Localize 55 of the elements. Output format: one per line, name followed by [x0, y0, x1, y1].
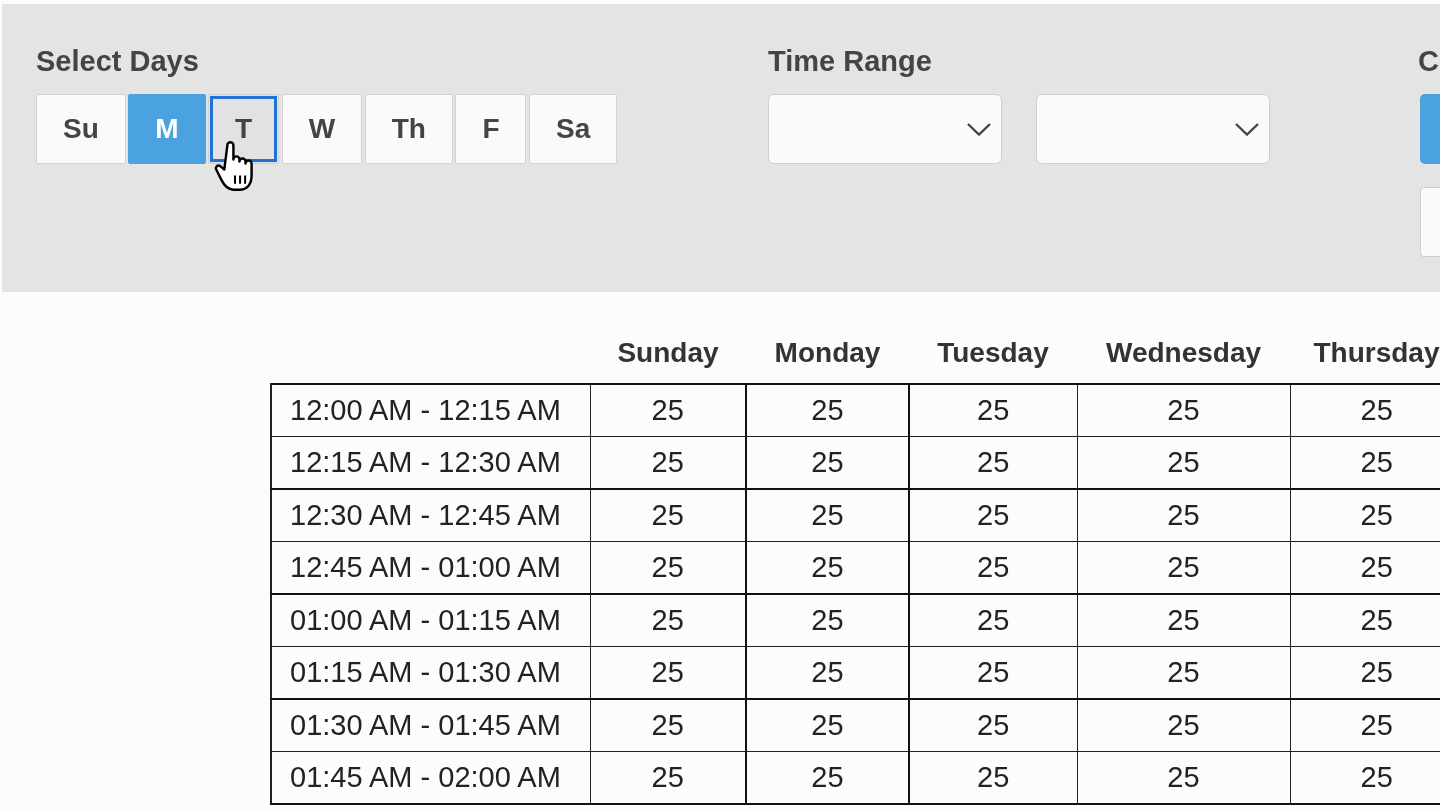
day-toggle-button[interactable]: F [455, 94, 527, 164]
time-slot-cell: 01:30 AM - 01:45 AM [271, 699, 590, 752]
table-cell: 25 [1077, 594, 1290, 647]
table-cell: 25 [590, 384, 746, 437]
table-cell: 25 [1077, 541, 1290, 594]
hand-cursor-icon [213, 140, 253, 193]
day-toggle-button[interactable]: Th [364, 94, 453, 164]
table-cell: 25 [746, 541, 909, 594]
table-cell: 25 [909, 594, 1077, 647]
table-cell: 25 [1077, 646, 1290, 699]
column-header: Monday [746, 322, 909, 384]
table-cell: 25 [909, 699, 1077, 752]
time-slot-cell: 12:00 AM - 12:15 AM [271, 384, 590, 437]
column-header: Sunday [590, 322, 746, 384]
time-slot-cell: 12:30 AM - 12:45 AM [271, 489, 590, 542]
partial-button[interactable] [1420, 94, 1440, 164]
dropdown-select[interactable] [1036, 94, 1270, 164]
table-cell: 25 [746, 646, 909, 699]
dropdown-select[interactable] [768, 94, 1002, 164]
chevron-down-icon [967, 122, 991, 136]
table-cell: 25 [1077, 384, 1290, 437]
table-cell: 25 [1077, 489, 1290, 542]
table-cell: 25 [909, 751, 1077, 804]
time-slot-cell: 01:00 AM - 01:15 AM [271, 594, 590, 647]
day-toggle-button[interactable]: T [208, 94, 280, 164]
time-slot-cell: 12:15 AM - 12:30 AM [271, 436, 590, 489]
table-cell: 25 [1077, 699, 1290, 752]
table-cell: 25 [909, 541, 1077, 594]
table-cell: 25 [746, 436, 909, 489]
table-cell: 25 [1077, 751, 1290, 804]
column-header: Thursday [1290, 322, 1440, 384]
table-cell: 25 [1290, 384, 1440, 437]
table-cell: 25 [909, 646, 1077, 699]
chevron-down-icon [1235, 122, 1259, 136]
filter-label: Time Range [768, 44, 932, 79]
table-cell: 25 [909, 436, 1077, 489]
column-header: Wednesday [1077, 322, 1290, 384]
time-slot-cell: 01:45 AM - 02:00 AM [271, 751, 590, 804]
day-toggle-button[interactable]: Sa [529, 94, 618, 164]
table-cell: 25 [909, 384, 1077, 437]
table-cell: 25 [1077, 436, 1290, 489]
filter-label: Select Days [36, 44, 199, 79]
input-field[interactable] [1420, 187, 1440, 257]
table-cell: 25 [746, 384, 909, 437]
time-slot-cell: 12:45 AM - 01:00 AM [271, 541, 590, 594]
table-cell: 25 [746, 699, 909, 752]
table-cell: 25 [746, 489, 909, 542]
table-cell: 25 [746, 751, 909, 804]
day-toggle-button[interactable]: Su [36, 94, 126, 164]
table-cell: 25 [909, 489, 1077, 542]
day-toggle-button[interactable]: W [281, 94, 363, 164]
column-header: Tuesday [909, 322, 1077, 384]
table-cell: 25 [746, 594, 909, 647]
filter-label: C [1418, 44, 1439, 79]
time-slot-cell: 01:15 AM - 01:30 AM [271, 646, 590, 699]
